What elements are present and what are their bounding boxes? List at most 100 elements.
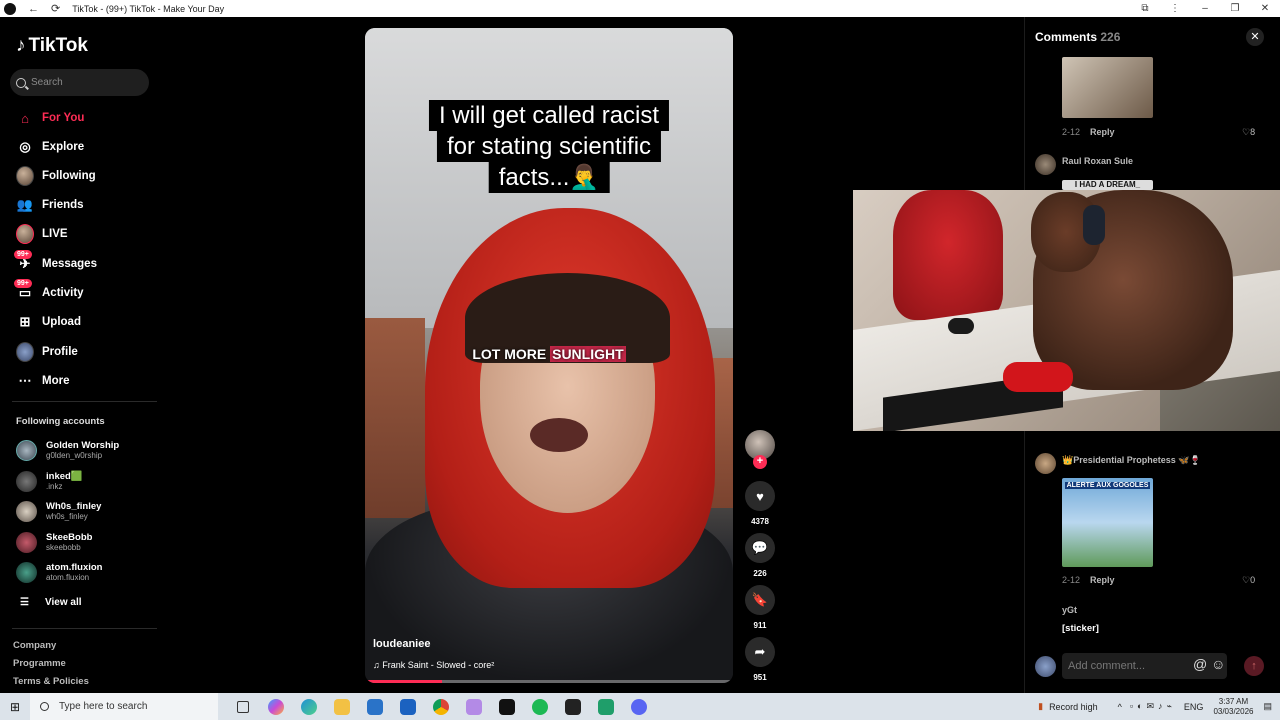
nav-live[interactable]: LIVE: [16, 223, 156, 245]
clock[interactable]: 3:37 AM 03/03/2026: [1213, 697, 1253, 717]
view-all-link[interactable]: ☰ View all: [20, 597, 82, 608]
messages-icon: ✈ 99+: [14, 250, 34, 273]
save-button[interactable]: 🔖 911: [745, 585, 775, 630]
messages-badge: 99+: [14, 250, 32, 259]
view-all-label: View all: [45, 597, 82, 608]
avatar: [16, 561, 37, 583]
edge-icon[interactable]: [292, 693, 325, 720]
nav-upload[interactable]: ⊞ Upload: [16, 311, 156, 333]
taskbar-search-placeholder: Type here to search: [59, 701, 148, 712]
webcam-scene: [893, 190, 1003, 320]
comment-like-button[interactable]: ♡0: [1242, 575, 1255, 586]
weather-text[interactable]: Record high: [1049, 702, 1098, 712]
close-window-button[interactable]: ✕: [1250, 3, 1280, 14]
nav-for-you[interactable]: ⌂ For You: [16, 107, 156, 129]
close-icon[interactable]: ✕: [1246, 28, 1264, 46]
following-accounts-heading: Following accounts: [16, 416, 105, 427]
outlook-icon[interactable]: [391, 693, 424, 720]
subtitle-highlight: SUNLIGHT: [550, 346, 626, 362]
comment-date: 2-12: [1062, 575, 1081, 585]
avatar[interactable]: [1035, 154, 1056, 175]
webcam-scene: [1003, 362, 1073, 392]
menu-icon[interactable]: ⋮: [1160, 3, 1190, 14]
terminal-icon[interactable]: [556, 693, 589, 720]
reply-button[interactable]: Reply: [1090, 127, 1115, 137]
video-progress-bar[interactable]: [365, 680, 733, 683]
account-name: atom.fluxion: [46, 562, 103, 573]
comment-count: 226: [753, 569, 767, 578]
webcam-scene: [1083, 205, 1105, 245]
nav-following[interactable]: Following: [16, 165, 156, 187]
comment-image[interactable]: I HAD A DREAM_: [1062, 180, 1153, 190]
clock-time: 3:37 AM: [1218, 696, 1249, 706]
discord-icon[interactable]: [622, 693, 655, 720]
emoji-icon[interactable]: ☺: [1211, 656, 1225, 672]
nav-activity[interactable]: ▭ 99+ Activity: [14, 279, 156, 304]
windows-taskbar: ⊞ Type here to search ▮ Record high ^ ▫◐…: [0, 693, 1280, 720]
tiktok-logo[interactable]: ♪ TikTok: [16, 35, 88, 57]
nav-friends[interactable]: 👥 Friends: [16, 194, 156, 216]
nav-messages[interactable]: ✈ 99+ Messages: [14, 250, 156, 275]
system-tray: ▮ Record high ^ ▫◐✉♪⌁ ENG 3:37 AM 03/03/2…: [1038, 693, 1280, 720]
game-app-icon[interactable]: [457, 693, 490, 720]
reply-button[interactable]: Reply: [1090, 575, 1115, 585]
following-account-item[interactable]: Wh0s_finley wh0s_finley: [16, 498, 156, 524]
upload-icon: ⊞: [19, 314, 31, 329]
store-icon[interactable]: [358, 693, 391, 720]
notification-icon[interactable]: ▤: [1263, 701, 1272, 712]
account-handle: atom.fluxion: [46, 573, 90, 582]
windows-start-icon[interactable]: ⊞: [0, 700, 30, 714]
extensions-icon[interactable]: ⧉: [1130, 3, 1160, 14]
file-explorer-icon[interactable]: [325, 693, 358, 720]
whatsapp-icon[interactable]: [589, 693, 622, 720]
tray-chevron-icon[interactable]: ^: [1118, 702, 1122, 712]
tiktok-taskbar-icon[interactable]: [490, 693, 523, 720]
like-button[interactable]: ♥ 4378: [745, 481, 775, 526]
back-arrow-icon[interactable]: ←: [28, 3, 39, 15]
comment-username[interactable]: Raul Roxan Sule: [1062, 156, 1133, 166]
comment-image[interactable]: ALERTE AUX GOGOLES: [1062, 478, 1153, 567]
footer-link-programme[interactable]: Programme: [13, 658, 66, 669]
video-author[interactable]: loudeaniee: [373, 638, 430, 650]
following-account-item[interactable]: inked🟩 .inkz: [16, 468, 156, 494]
nav-profile[interactable]: Profile: [16, 341, 156, 363]
spotify-icon[interactable]: [523, 693, 556, 720]
sidebar-divider: [12, 401, 157, 402]
window-title: TikTok - (99+) TikTok - Make Your Day: [72, 3, 225, 14]
copilot-icon[interactable]: [259, 693, 292, 720]
comment-image[interactable]: [1062, 57, 1153, 118]
search-placeholder: Search: [31, 77, 63, 88]
comment-date: 2-12: [1062, 127, 1081, 137]
video-music[interactable]: ♫ Frank Saint - Slowed - core²: [373, 660, 494, 670]
nav-more[interactable]: ⋯ More: [16, 370, 156, 392]
taskbar-search-input[interactable]: Type here to search: [30, 693, 218, 720]
post-comment-button[interactable]: ↑: [1244, 656, 1264, 676]
task-view-icon[interactable]: [226, 693, 259, 720]
footer-link-company[interactable]: Company: [13, 640, 56, 651]
minimize-button[interactable]: –: [1190, 3, 1220, 14]
nav-explore[interactable]: ◎ Explore: [16, 136, 156, 158]
nav-label: More: [42, 375, 70, 387]
tray-icons[interactable]: ▫◐✉♪⌁: [1130, 701, 1176, 712]
following-account-item[interactable]: Golden Worship g0lden_w0rship: [16, 437, 156, 463]
language-indicator[interactable]: ENG: [1184, 702, 1204, 712]
share-button[interactable]: ➦ 951: [745, 637, 775, 682]
follow-plus-icon[interactable]: +: [753, 455, 767, 469]
video-player[interactable]: I will get called racist for stating sci…: [365, 28, 733, 683]
comment-button[interactable]: 💬 226: [745, 533, 775, 578]
comment-username[interactable]: yGt: [1062, 605, 1077, 615]
browser-titlebar: ← ⟳ TikTok - (99+) TikTok - Make Your Da…: [0, 0, 1280, 17]
mention-icon[interactable]: @: [1193, 656, 1207, 672]
following-account-item[interactable]: atom.fluxion atom.fluxion: [16, 559, 156, 585]
reload-icon[interactable]: ⟳: [51, 2, 60, 15]
following-account-item[interactable]: SkeeBobb skeebobb: [16, 529, 156, 555]
comment-meta: 2-12 Reply: [1062, 127, 1115, 137]
comment-like-button[interactable]: ♡8: [1242, 127, 1255, 138]
restore-button[interactable]: ❐: [1220, 3, 1250, 14]
comment-username[interactable]: 👑Presidential Prophetess 🦋🍷: [1062, 455, 1201, 466]
footer-link-terms[interactable]: Terms & Policies: [13, 676, 89, 687]
search-input[interactable]: Search: [10, 69, 149, 96]
avatar[interactable]: [1035, 453, 1056, 474]
chrome-icon[interactable]: [424, 693, 457, 720]
comment-meta: 2-12 Reply: [1062, 575, 1115, 585]
